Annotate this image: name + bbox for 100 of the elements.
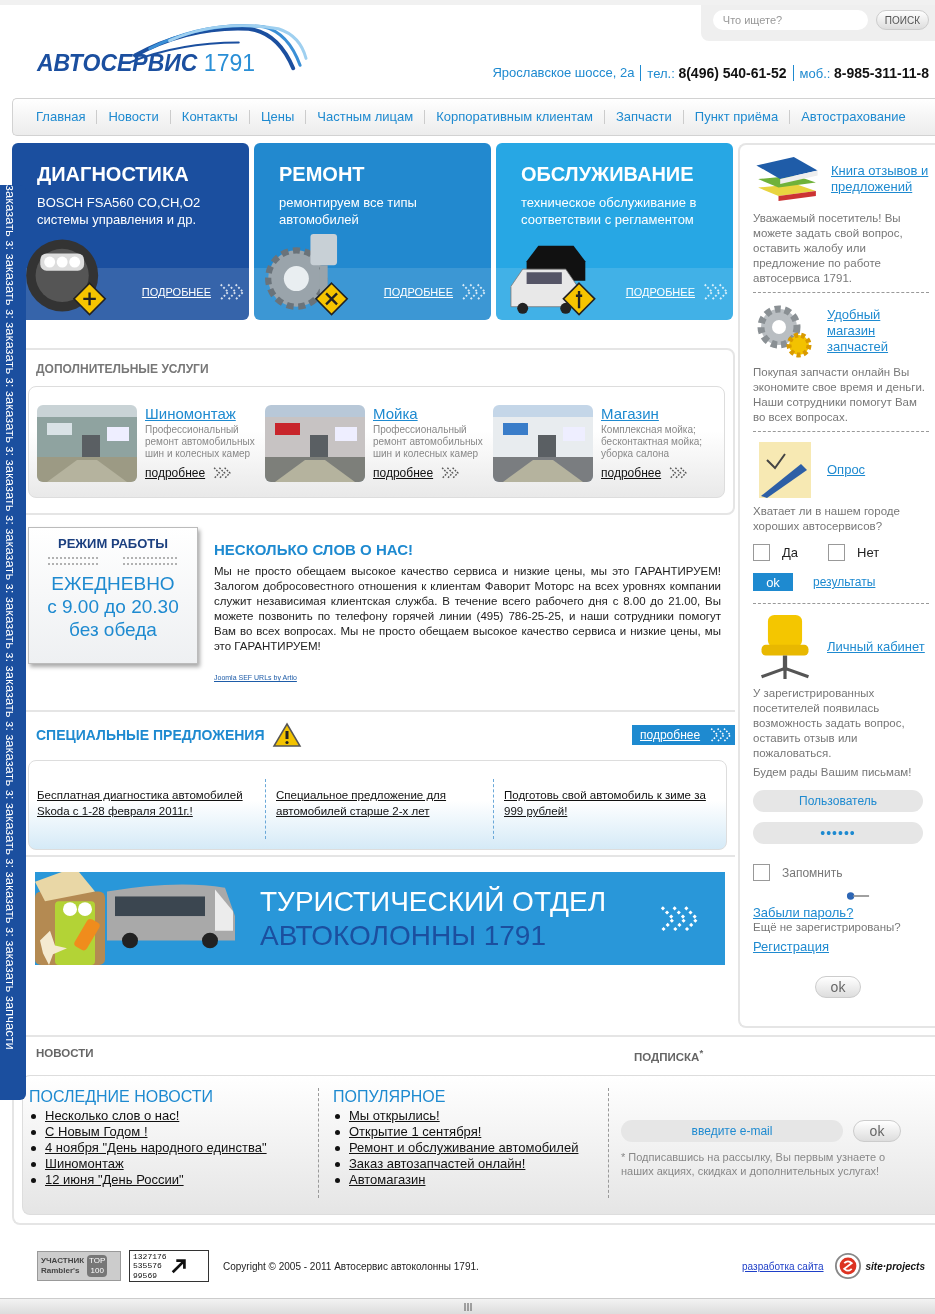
news-link[interactable]: Шиномонтаж [45,1156,124,1172]
chevron-icon [459,282,487,302]
more-link[interactable]: подробнее [601,466,662,480]
remember-checkbox[interactable] [753,864,770,881]
shop-link[interactable]: Удобный магазин запчастей [827,307,929,355]
news-link[interactable]: Автомагазин [349,1172,426,1188]
email-field[interactable]: введите e-mail [621,1120,843,1142]
nav-link[interactable]: Цены [248,110,306,124]
subscribe-button[interactable]: ok [853,1120,901,1142]
shop-text: Покупая запчасти онлайн Вы экономите свое время и деньги. Наши сотрудники помогут Вам во всех вопросах. [753,365,927,425]
option-label: Да [782,545,799,560]
logo-text[interactable]: АВТОСЕРВИС 1791 [37,50,256,76]
chevron-icon [701,282,729,302]
bullet-icon [335,1145,340,1151]
news-link[interactable]: Ремонт и обслуживание автомобилей [349,1140,579,1156]
nav-link[interactable]: Пункт приёма [682,110,790,124]
reviews-text: Уважаемый посетитель! Вы можете задать свой вопрос, оставить жалобу или предложение по работе автосервиса 1791. [753,211,904,286]
nav-link[interactable]: Запчасти [604,110,683,124]
register-link[interactable]: Регистрация [753,939,929,954]
offer-link[interactable]: Бесплатная диагностика автомобилей Skoda с 1-28 февраля 2011г.! [37,787,265,839]
service-link[interactable]: Мойка [373,405,487,422]
developer-logo-icon [833,1252,862,1280]
contact-info: Ярославское шоссе, 2а [491,65,636,81]
tour-banner[interactable]: ТУРИСТИЧЕСКИЙ ОТДЕЛ АВТОКОЛОННЫ 1791 [35,872,725,965]
remember-label: Запомнить [782,865,843,880]
news-link[interactable]: 4 ноября "День народного единства" [45,1140,267,1156]
poll-question: Хватает ли в нашем городе хороших автосервисов? [753,504,901,534]
nav-link[interactable]: Главная [25,110,97,124]
bullet-icon [31,1145,36,1151]
schedule-text: ЕЖЕДНЕВНО [50,572,176,595]
forgot-password-link[interactable]: Забыли пароль? [753,905,929,920]
card-text: соответствии с регламентом [521,211,695,228]
news-link[interactable]: Мы открылись! [349,1108,440,1124]
news-link[interactable]: Открытие 1 сентября! [349,1124,482,1140]
card-title: ДИАГНОСТИКА [37,163,190,186]
results-link[interactable]: результаты [813,575,876,589]
card-text: BOSCH FSA560 CO,CH,O2 [37,194,202,211]
vote-button[interactable]: ok [753,573,793,591]
nav-link[interactable]: Автострахование [789,110,917,124]
bullet-icon [335,1129,340,1135]
service-description: Комплексная мойка; бесконтактная мойка; уборка салона [601,424,704,460]
warning-icon [272,722,303,748]
search-button[interactable]: ПОИСК [875,10,929,30]
nav-link[interactable]: Новости [96,110,170,124]
nav-link[interactable]: Корпоративным клиентам [424,110,604,124]
bullet-icon [335,1161,340,1167]
service-description: Профессиональный ремонт автомобильных шин и колесных камер [373,424,484,460]
schedule-title: РЕЖИМ РАБОТЫ [57,536,169,551]
offer-link[interactable]: Подготовь свой автомобиль к зиме за 999 рублей! [493,779,721,839]
badge-text: TOP 100 [87,1255,108,1277]
search-field[interactable]: Что ищете? [712,10,868,30]
nav-link[interactable]: Контакты [169,110,249,124]
news-link[interactable]: Несколько слов о нас! [45,1108,180,1124]
bullet-icon [31,1113,36,1119]
card-text: техническое обслуживание в [521,194,698,211]
news-link[interactable]: Заказ автозапчастей онлайн! [349,1156,526,1172]
news-link[interactable]: 12 июня "День России" [45,1172,184,1188]
more-link[interactable]: ПОДРОБНЕЕ [141,286,211,298]
developer-link[interactable]: разработка сайта [742,1260,824,1272]
contact-info: тел.: 8(496) 540-61-52 [640,65,793,81]
reviews-link[interactable]: Книга отзывов и предложений [831,163,929,195]
offer-link[interactable]: Специальное предложение для автомобилей старше 2-х лет [265,779,493,839]
subscribe-note: * Подписавшись на рассылку, Вы первым узнаете о наших акциях, скидках и дополнительных услугах! [621,1150,887,1178]
password-field[interactable]: •••••• [753,822,923,844]
cabinet-link[interactable]: Личный кабинет [827,639,925,655]
section-title: ПОДПИСКА$^{*}$ [634,1047,704,1065]
developer-name: site·projects [865,1260,925,1272]
visitor-counter[interactable]: 1327176 535576 99569 [129,1250,209,1282]
service-link[interactable]: Шиномонтаж [145,405,259,422]
poll-link[interactable]: Опрос [827,462,866,478]
rambler-badge[interactable]: УЧАСТНИК Rambler's TOP 100 [37,1251,121,1281]
bullet-icon [335,1113,340,1119]
schedule-text: без обеда [68,618,158,641]
username-field[interactable]: Пользователь [753,790,923,812]
more-link[interactable]: подробнее [145,466,206,480]
more-link[interactable]: подробнее [373,466,434,480]
chevron-icon [217,282,245,302]
side-tab[interactable]: заказать з: заказать з: заказать з: заказать з: заказать з: заказать з: заказать з: заказать з: заказать з: заказать з: заказать з: заказать запчасти [0,185,26,1100]
bullet-icon [31,1129,36,1135]
card-text: ремонтируем все типы [279,194,418,211]
about-title: НЕСКОЛЬКО СЛОВ О НАС! [214,541,415,558]
nav-link[interactable]: Частным лицам [305,110,425,124]
more-link[interactable]: ПОДРОБНЕЕ [383,286,453,298]
bullet-icon [31,1161,36,1167]
banner-title: ТУРИСТИЧЕСКИЙ ОТДЕЛ [260,884,608,919]
banner-subtitle: АВТОКОЛОННЫ 1791 [260,918,547,953]
poll-checkbox[interactable] [753,544,770,561]
about-text: Мы не просто обещаем высокое качество сервиса и низкие цены, мы это ГАРАНТИРУЕМ! Залогом добросовестного отношения к клиентам Фаворит Моторс на всех уровнях компании служит независимая клиентская служба. В течение всего рабочего дня с 8.00 до 21.00, Вы можете позвонить по телефону горячей линии (495) 786-25-25, и наши сотрудники помогут Вам во всех вопросах. Мы не просто обещаем высокое качество сервиса и низкие цены, мы это ГАРАНТИРУЕМ! [214,564,721,654]
badge-text: УЧАСТНИК Rambler's [41,1256,85,1276]
more-button[interactable]: подробнее [632,725,735,745]
login-button[interactable]: ok [815,976,861,998]
service-link[interactable]: Магазин [601,405,715,422]
service-description: Профессиональный ремонт автомобильных шин и колесных камер [145,424,256,460]
news-link[interactable]: С Новым Годом ! [45,1124,148,1140]
news-column-title: ПОСЛЕДНИЕ НОВОСТИ [29,1088,215,1106]
horizontal-scrollbar[interactable] [0,1298,935,1314]
option-label: Нет [857,545,880,560]
card-text: системы управления и др. [37,211,197,228]
counter-text: 1327176 535576 99569 [133,1251,167,1281]
poll-checkbox[interactable] [828,544,846,561]
